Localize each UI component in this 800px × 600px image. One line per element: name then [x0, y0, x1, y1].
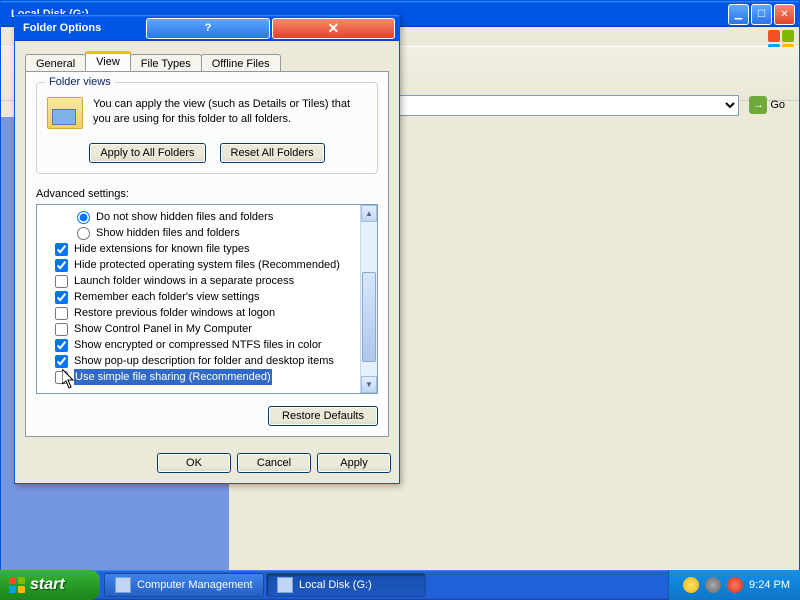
- help-button[interactable]: ?: [146, 18, 269, 39]
- checkbox-input[interactable]: [55, 275, 68, 288]
- checkbox-input[interactable]: [55, 243, 68, 256]
- check-hide-protected-os-files[interactable]: Hide protected operating system files (R…: [55, 257, 375, 273]
- checkbox-input[interactable]: [55, 339, 68, 352]
- go-arrow-icon: →: [749, 96, 767, 114]
- clock: 9:24 PM: [749, 579, 790, 591]
- tab-content: Folder views You can apply the view (suc…: [25, 71, 389, 437]
- apply-button[interactable]: Apply: [317, 453, 391, 473]
- start-label: start: [30, 576, 65, 594]
- tab-file-types[interactable]: File Types: [130, 54, 202, 72]
- go-label: Go: [770, 99, 785, 111]
- address-bar-row: → Go: [399, 94, 789, 116]
- check-restore-previous-windows[interactable]: Restore previous folder windows at logon: [55, 305, 375, 321]
- check-show-ntfs-color[interactable]: Show encrypted or compressed NTFS files …: [55, 337, 375, 353]
- start-button[interactable]: start: [0, 570, 100, 600]
- check-simple-file-sharing[interactable]: Use simple file sharing (Recommended): [55, 369, 375, 385]
- task-local-disk[interactable]: Local Disk (G:): [266, 573, 426, 597]
- ok-button[interactable]: OK: [157, 453, 231, 473]
- tab-strip: General View File Types Offline Files: [25, 49, 389, 71]
- folder-options-dialog: Folder Options ? ✕ General View File Typ…: [14, 14, 400, 484]
- dialog-title: Folder Options: [23, 22, 144, 34]
- folder-views-legend: Folder views: [45, 76, 115, 88]
- folder-views-group: Folder views You can apply the view (suc…: [36, 82, 378, 174]
- reset-all-folders-button[interactable]: Reset All Folders: [220, 143, 325, 163]
- checkbox-input[interactable]: [55, 371, 68, 384]
- go-button[interactable]: → Go: [745, 94, 789, 116]
- checkbox-input[interactable]: [55, 323, 68, 336]
- task-label: Local Disk (G:): [299, 579, 372, 591]
- check-launch-separate-process[interactable]: Launch folder windows in a separate proc…: [55, 273, 375, 289]
- start-logo-icon: [8, 576, 26, 594]
- minimize-button[interactable]: ▁: [728, 4, 749, 25]
- checkbox-input[interactable]: [55, 355, 68, 368]
- scroll-down-button[interactable]: ▼: [361, 376, 377, 393]
- radio-do-not-show-hidden[interactable]: Do not show hidden files and folders: [55, 209, 375, 225]
- close-button[interactable]: ✕: [774, 4, 795, 25]
- tab-general[interactable]: General: [25, 54, 86, 72]
- restore-defaults-button[interactable]: Restore Defaults: [268, 406, 378, 426]
- folder-views-text: You can apply the view (such as Details …: [93, 97, 350, 127]
- advanced-settings-list[interactable]: Do not show hidden files and folders Sho…: [36, 204, 378, 394]
- check-remember-view-settings[interactable]: Remember each folder's view settings: [55, 289, 375, 305]
- task-label: Computer Management: [137, 579, 253, 591]
- task-computer-management[interactable]: Computer Management: [104, 573, 264, 597]
- dialog-close-button[interactable]: ✕: [272, 18, 395, 39]
- dialog-titlebar[interactable]: Folder Options ? ✕: [15, 15, 399, 41]
- scroll-up-button[interactable]: ▲: [361, 205, 377, 222]
- scroll-thumb[interactable]: [362, 272, 376, 362]
- advanced-settings-label: Advanced settings:: [36, 188, 378, 200]
- scrollbar[interactable]: ▲ ▼: [360, 205, 377, 393]
- checkbox-input[interactable]: [55, 307, 68, 320]
- taskbar-tasks: Computer Management Local Disk (G:): [100, 570, 668, 600]
- taskbar: start Computer Management Local Disk (G:…: [0, 570, 800, 600]
- radio-input[interactable]: [77, 227, 90, 240]
- radio-input[interactable]: [77, 211, 90, 224]
- maximize-button[interactable]: ☐: [751, 4, 772, 25]
- tab-offline-files[interactable]: Offline Files: [201, 54, 281, 72]
- address-combo[interactable]: [399, 95, 739, 116]
- cancel-button[interactable]: Cancel: [237, 453, 311, 473]
- check-hide-extensions[interactable]: Hide extensions for known file types: [55, 241, 375, 257]
- computer-management-icon: [115, 577, 131, 593]
- check-show-popup-description[interactable]: Show pop-up description for folder and d…: [55, 353, 375, 369]
- tab-view[interactable]: View: [85, 51, 131, 71]
- radio-show-hidden[interactable]: Show hidden files and folders: [55, 225, 375, 241]
- checkbox-input[interactable]: [55, 291, 68, 304]
- security-shield-icon[interactable]: [683, 577, 699, 593]
- checkbox-input[interactable]: [55, 259, 68, 272]
- folder-views-icon: [47, 97, 83, 129]
- apply-to-all-folders-button[interactable]: Apply to All Folders: [89, 143, 205, 163]
- check-show-control-panel[interactable]: Show Control Panel in My Computer: [55, 321, 375, 337]
- scroll-track[interactable]: [361, 222, 377, 376]
- drive-icon: [277, 577, 293, 593]
- tray-icon[interactable]: [705, 577, 721, 593]
- system-tray[interactable]: 9:24 PM: [668, 570, 800, 600]
- tray-alert-icon[interactable]: [727, 577, 743, 593]
